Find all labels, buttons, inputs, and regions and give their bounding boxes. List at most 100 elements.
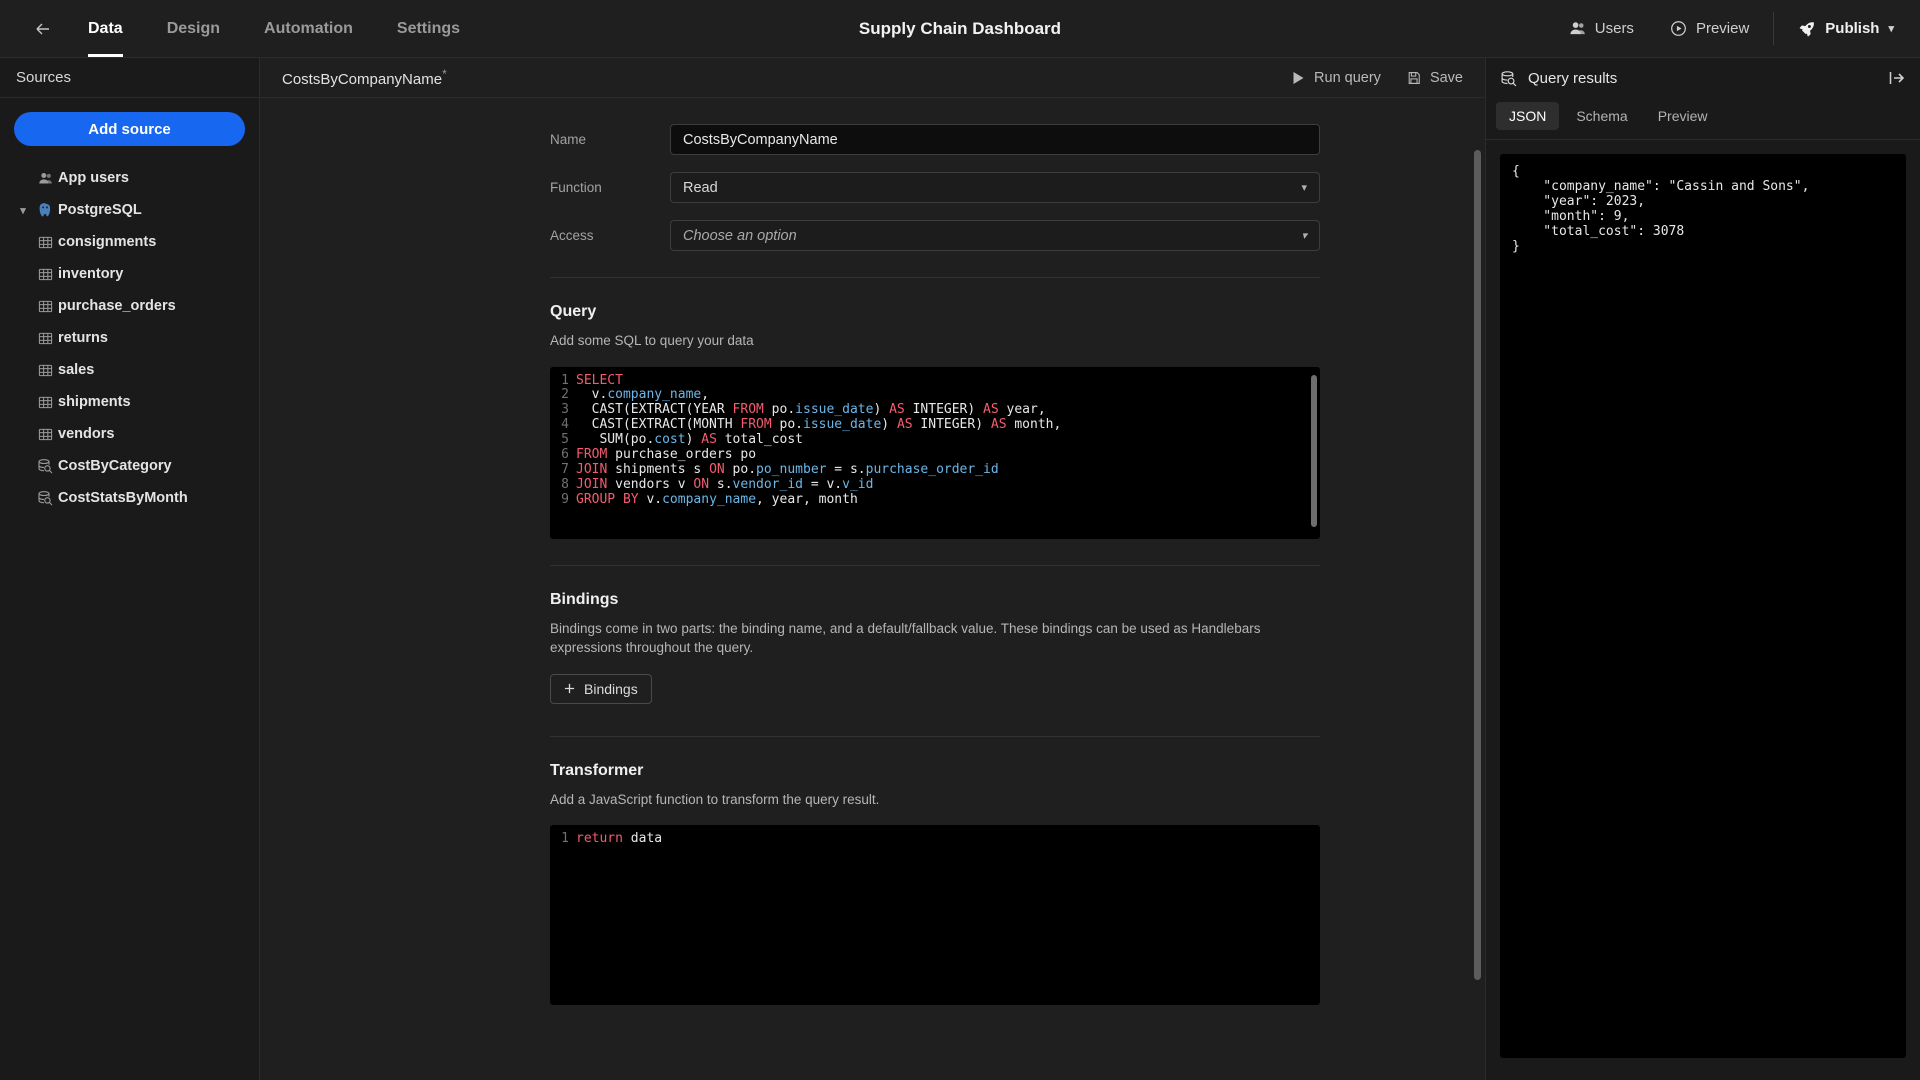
code-line: 8 JOIN vendors v ON s.vendor_id = v.v_id (550, 476, 1320, 493)
code-line: 4 CAST(EXTRACT(MONTH FROM po.issue_date)… (550, 417, 1320, 433)
save-label: Save (1429, 69, 1463, 86)
code-line: 3 CAST(EXTRACT(YEAR FROM po.issue_date) … (550, 402, 1320, 418)
preview-button[interactable]: Preview (1652, 0, 1767, 57)
code-line-text: JOIN vendors v ON s.vendor_id = v.v_id (576, 476, 874, 492)
nav-tab-settings[interactable]: Settings (375, 0, 482, 57)
sidebar-item-app-users[interactable]: App users (14, 162, 245, 194)
query-editor-actions: Run query Save (1292, 70, 1463, 86)
users-icon (32, 171, 58, 186)
sidebar-item-label: PostgreSQL (58, 202, 142, 218)
query-section: Query Add some SQL to query your data 1S… (550, 278, 1320, 539)
chevron-down-icon[interactable]: ▾ (14, 204, 32, 217)
nav-tab-automation-label: Automation (264, 19, 353, 37)
sources-sidebar: Sources Add source App users ▾ PostgreSQ… (0, 58, 260, 1080)
sidebar-item-costbycategory[interactable]: CostByCategory (14, 450, 245, 482)
query-results-icon (1500, 70, 1517, 87)
json-result-output: { "company_name": "Cassin and Sons", "ye… (1500, 154, 1906, 1058)
sidebar-item-vendors[interactable]: vendors (14, 418, 245, 450)
sidebar-item-label: consignments (58, 234, 157, 250)
sources-tree: App users ▾ PostgreSQL consignments inve… (14, 162, 245, 514)
sidebar-item-consignments[interactable]: consignments (14, 226, 245, 258)
add-binding-button[interactable]: Bindings (550, 673, 652, 704)
expand-panel-icon[interactable] (1888, 69, 1906, 87)
sidebar-item-label: CostStatsByMonth (58, 490, 188, 506)
nav-tab-design-label: Design (166, 19, 221, 37)
query-results-tabs: JSON Schema Preview (1486, 98, 1920, 140)
query-section-title: Query (550, 303, 597, 320)
top-bar-right: Users Preview Publish ▾ (1551, 0, 1920, 57)
sidebar-item-postgresql[interactable]: ▾ PostgreSQL (14, 194, 245, 226)
sidebar-item-returns[interactable]: returns (14, 322, 245, 354)
users-button[interactable]: Users (1551, 0, 1652, 57)
sidebar-item-inventory[interactable]: inventory (14, 258, 245, 290)
top-bar: Data Design Automation Settings Supply C… (0, 0, 1920, 58)
nav-tab-automation[interactable]: Automation (242, 0, 375, 57)
save-disk-icon (1407, 71, 1421, 85)
sql-code-editor[interactable]: 1 SELECT 2 v.company_name, 3 CAST(EXTRACT(Y… (550, 366, 1320, 539)
sidebar-item-coststatsbymonth[interactable]: CostStatsByMonth (14, 482, 245, 514)
tab-preview[interactable]: Preview (1645, 102, 1721, 130)
table-icon (32, 363, 58, 378)
sidebar-item-label: CostByCategory (58, 458, 172, 474)
line-number: 1 (561, 372, 569, 388)
nav-tab-settings-label: Settings (396, 19, 461, 37)
sidebar-item-purchase-orders[interactable]: purchase_orders (14, 290, 245, 322)
code-line-text: GROUP BY v.company_name, year, month (576, 491, 858, 507)
query-editor-toolbar: CostsByCompanyName* Run query Save (260, 58, 1485, 98)
code-line-text: CAST(EXTRACT(MONTH FROM po.issue_date) A… (576, 417, 1062, 433)
table-icon (32, 235, 58, 250)
users-icon (1569, 20, 1586, 37)
bindings-section-title: Bindings (550, 590, 619, 608)
sidebar-item-label: purchase_orders (58, 298, 176, 314)
query-name-input[interactable] (670, 124, 1320, 155)
nav-tab-design[interactable]: Design (145, 0, 242, 57)
sql-editor-scrollbar[interactable] (1311, 374, 1317, 527)
nav-tab-data-label: Data (88, 19, 123, 37)
play-circle-icon (1670, 20, 1687, 37)
access-select[interactable]: Choose an option ▾ (670, 220, 1320, 251)
publish-button[interactable]: Publish ▾ (1780, 0, 1920, 57)
line-number: 1 (561, 831, 569, 847)
query-form-inner: Name Function Read ▾ Access (550, 124, 1320, 1006)
save-button[interactable]: Save (1407, 70, 1463, 86)
query-results-panel: Query results JSON Schema Preview { "com… (1485, 58, 1920, 1080)
nav-tab-data[interactable]: Data (66, 0, 145, 57)
sidebar-item-label: App users (58, 170, 129, 186)
chevron-down-icon: ▾ (1301, 182, 1307, 194)
code-line-text: FROM purchase_orders po (576, 447, 757, 463)
add-source-button[interactable]: Add source (14, 112, 245, 146)
preview-label: Preview (1695, 20, 1750, 37)
sidebar-item-label: sales (58, 362, 95, 378)
tab-json[interactable]: JSON (1496, 102, 1560, 130)
query-form: Name Function Read ▾ Access (260, 98, 1485, 1006)
run-query-button[interactable]: Run query (1292, 70, 1381, 86)
rocket-icon (1798, 20, 1816, 38)
chevron-down-icon: ▾ (1301, 230, 1307, 242)
transformer-section: Transformer Add a JavaScript function to… (550, 737, 1320, 1006)
sidebar-item-sales[interactable]: sales (14, 354, 245, 386)
function-label: Function (550, 180, 602, 195)
sidebar-item-shipments[interactable]: shipments (14, 386, 245, 418)
code-line: 6 FROM purchase_orders po (550, 447, 1320, 463)
chevron-down-icon: ▾ (1888, 23, 1894, 35)
unsaved-marker: * (442, 67, 447, 81)
toolbar-divider (1773, 12, 1775, 45)
arrow-left-icon (33, 19, 53, 39)
main-vertical-scrollbar[interactable] (1474, 150, 1481, 980)
function-select[interactable]: Read ▾ (670, 172, 1320, 203)
code-line: 2 v.company_name, (550, 388, 1320, 403)
table-icon (32, 331, 58, 346)
table-icon (32, 267, 58, 282)
back-button[interactable] (20, 0, 66, 57)
line-number: 9 (561, 491, 569, 507)
users-label: Users (1594, 20, 1634, 37)
tab-schema[interactable]: Schema (1563, 102, 1640, 130)
transformer-code-editor[interactable]: 1 return data (550, 825, 1320, 1006)
primary-nav-tabs: Data Design Automation Settings (66, 0, 482, 57)
tab-preview-label: Preview (1657, 108, 1708, 124)
line-number: 8 (561, 476, 569, 492)
line-number: 3 (561, 402, 569, 418)
top-bar-left: Data Design Automation Settings (0, 0, 482, 57)
table-icon (32, 299, 58, 314)
sql-code-content: 1 SELECT 2 v.company_name, 3 CAST(EXTRACT(Y… (550, 367, 1320, 508)
